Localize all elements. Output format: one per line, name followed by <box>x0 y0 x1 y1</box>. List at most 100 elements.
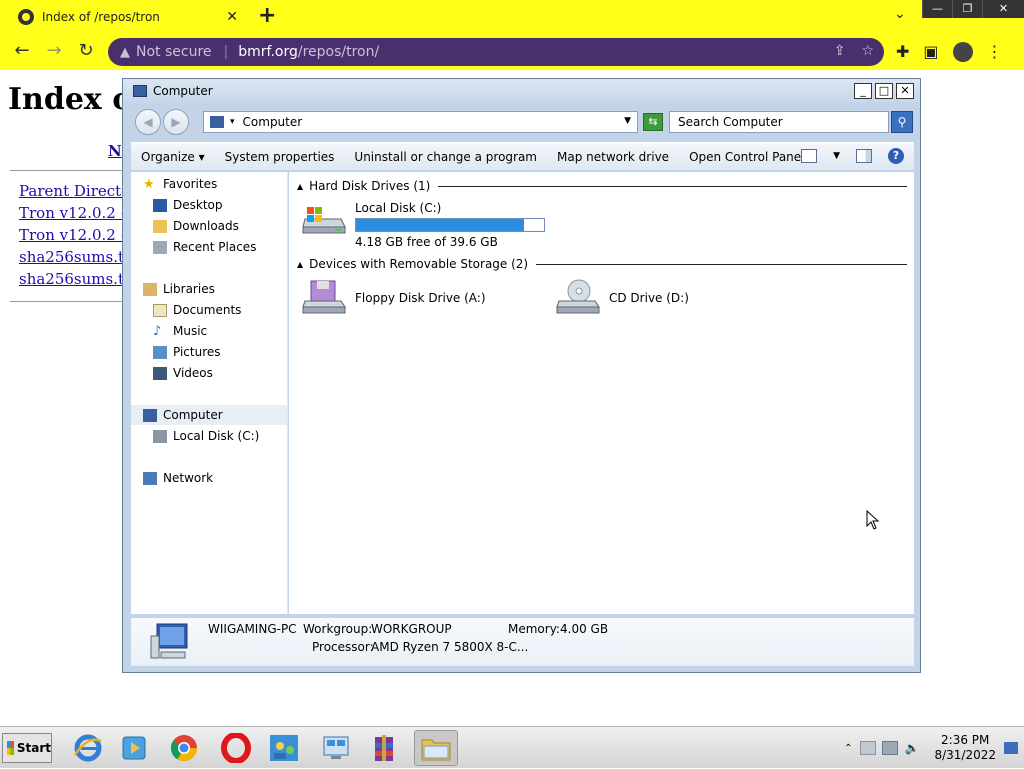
command-bar: Organize ▾ System properties Uninstall o… <box>131 142 914 170</box>
recent-places-icon <box>153 240 167 254</box>
organize-button[interactable]: Organize ▾ <box>131 150 215 164</box>
side-panel-icon[interactable]: ▣ <box>923 42 938 62</box>
drive-floppy-a[interactable]: Floppy Disk Drive (A:) <box>301 279 486 317</box>
system-clock[interactable]: 2:36 PM 8/31/2022 <box>934 733 996 763</box>
cd-drive-icon <box>556 279 600 314</box>
nav-label: Downloads <box>173 219 239 233</box>
close-button[interactable]: ✕ <box>896 83 914 99</box>
tab-index-of-repos-tron[interactable]: Index of /repos/tron ✕ <box>8 2 248 32</box>
address-bar[interactable]: ▲ Not secure | bmrf.org/repos/tron/ ⇪ ☆ <box>108 38 884 66</box>
group-header-label: Devices with Removable Storage (2) <box>309 257 529 271</box>
minimize-button[interactable]: _ <box>854 83 872 99</box>
nav-pictures[interactable]: Pictures <box>153 342 221 362</box>
restore-button[interactable]: ❐ <box>952 0 982 18</box>
help-icon[interactable]: ? <box>888 148 904 164</box>
name-column-link[interactable]: N <box>108 142 122 160</box>
maximize-button[interactable]: □ <box>875 83 893 99</box>
nav-documents[interactable]: Documents <box>153 300 241 320</box>
extensions-puzzle-icon[interactable]: ✚ <box>896 42 909 62</box>
explorer-window: Computer _ □ ✕ ◀ ▶ ▾ Computer ▼ ⇆ Search… <box>122 78 921 673</box>
network-people-icon[interactable] <box>262 730 306 766</box>
music-note-icon: ♪ <box>153 323 162 339</box>
processor-value: AMD Ryzen 7 5800X 8-C... <box>371 640 529 654</box>
close-window-button[interactable]: ✕ <box>982 0 1024 18</box>
back-arrow-icon[interactable]: ← <box>10 40 34 61</box>
system-properties-button[interactable]: System properties <box>215 150 345 164</box>
search-icon[interactable]: ⚲ <box>891 111 913 133</box>
memory-value: 4.00 GB <box>560 622 609 636</box>
nav-computer[interactable]: Computer <box>131 405 287 425</box>
divider <box>10 301 124 302</box>
content-pane: ▲ Hard Disk Drives (1) Local Disk (C:) 4… <box>289 172 914 614</box>
minimize-button[interactable]: — <box>922 0 952 18</box>
start-button[interactable]: Start <box>2 733 52 763</box>
share-icon[interactable]: ⇪ <box>834 43 846 59</box>
address-dropdown-icon[interactable]: ▼ <box>624 116 631 126</box>
breadcrumb-arrow-icon[interactable]: ▾ <box>230 117 235 127</box>
winrar-icon[interactable] <box>362 730 406 766</box>
forward-button[interactable]: ▶ <box>163 109 189 135</box>
url-host: bmrf.org <box>238 44 298 60</box>
back-button[interactable]: ◀ <box>135 109 161 135</box>
bookmark-star-icon[interactable]: ☆ <box>861 43 874 59</box>
nav-music[interactable]: ♪ Music <box>153 321 207 341</box>
remote-desktop-icon[interactable] <box>314 730 358 766</box>
action-center-flag-icon[interactable] <box>860 741 877 755</box>
nav-local-disk[interactable]: Local Disk (C:) <box>153 426 259 446</box>
reload-icon[interactable]: ↻ <box>74 40 98 61</box>
map-network-drive-button[interactable]: Map network drive <box>547 150 679 164</box>
nav-label: Libraries <box>163 282 215 296</box>
search-input[interactable]: Search Computer <box>669 111 889 133</box>
explorer-title-bar[interactable]: Computer _ □ ✕ <box>123 79 920 103</box>
show-hidden-icons-icon[interactable]: ⌃ <box>844 743 852 754</box>
nav-videos[interactable]: Videos <box>153 363 213 383</box>
nav-favorites[interactable]: ★ Favorites <box>143 174 217 194</box>
nav-label: Local Disk (C:) <box>173 429 260 443</box>
forward-arrow-icon[interactable]: → <box>42 40 66 61</box>
preview-pane-icon[interactable] <box>856 149 872 163</box>
computer-icon <box>133 85 147 97</box>
nav-recent-places[interactable]: Recent Places <box>153 237 256 257</box>
computer-icon <box>210 116 224 128</box>
nav-desktop[interactable]: Desktop <box>153 195 223 215</box>
speaker-muted-icon[interactable]: 🔈 <box>904 741 920 755</box>
tab-search-chevron-icon[interactable]: ⌄ <box>894 6 906 22</box>
not-secure-label[interactable]: Not secure <box>136 44 212 60</box>
nav-downloads[interactable]: Downloads <box>153 216 239 236</box>
menu-kebab-icon[interactable]: ⋮ <box>987 42 1003 62</box>
refresh-icon[interactable]: ⇆ <box>643 113 663 131</box>
drive-free-space: 4.18 GB free of 39.6 GB <box>355 235 498 249</box>
open-control-panel-button[interactable]: Open Control Panel <box>679 150 814 164</box>
group-header-hard-disk-drives[interactable]: ▲ Hard Disk Drives (1) <box>297 179 907 193</box>
chrome-icon[interactable] <box>162 730 206 766</box>
network-status-icon[interactable] <box>882 741 899 755</box>
nav-label: Favorites <box>163 177 218 191</box>
taskbar: Start ⌃ 🔈 2:36 PM 8/31/2022 <box>0 726 1024 768</box>
opera-icon[interactable] <box>214 730 258 766</box>
breadcrumb-computer[interactable]: Computer <box>243 115 303 129</box>
media-player-icon[interactable] <box>112 730 156 766</box>
nav-network[interactable]: Network <box>143 468 213 488</box>
internet-explorer-icon[interactable] <box>66 730 110 766</box>
show-desktop-button[interactable] <box>1004 742 1018 754</box>
drive-local-disk-c[interactable]: Local Disk (C:) 4.18 GB free of 39.6 GB <box>301 201 545 249</box>
new-tab-button[interactable]: + <box>258 5 276 27</box>
window-title: Computer <box>153 84 213 98</box>
nav-libraries[interactable]: Libraries <box>143 279 215 299</box>
profile-avatar-icon[interactable] <box>952 42 973 62</box>
nav-label: Music <box>173 324 208 338</box>
tab-close-button[interactable]: ✕ <box>226 9 238 25</box>
collapse-triangle-icon[interactable]: ▲ <box>297 182 303 191</box>
explorer-address-bar[interactable]: ▾ Computer ▼ <box>203 111 638 133</box>
divider <box>10 170 124 171</box>
window-controls: — ❐ ✕ <box>922 0 1024 18</box>
group-header-removable-storage[interactable]: ▲ Devices with Removable Storage (2) <box>297 257 907 271</box>
libraries-icon <box>143 282 157 296</box>
view-dropdown-icon[interactable]: ▼ <box>833 151 840 161</box>
drive-cd-d[interactable]: CD Drive (D:) <box>555 279 689 317</box>
collapse-triangle-icon[interactable]: ▲ <box>297 260 303 269</box>
uninstall-program-button[interactable]: Uninstall or change a program <box>344 150 547 164</box>
windows-explorer-icon[interactable] <box>414 730 458 766</box>
change-view-icon[interactable] <box>801 149 818 163</box>
group-header-label: Hard Disk Drives (1) <box>309 179 431 193</box>
